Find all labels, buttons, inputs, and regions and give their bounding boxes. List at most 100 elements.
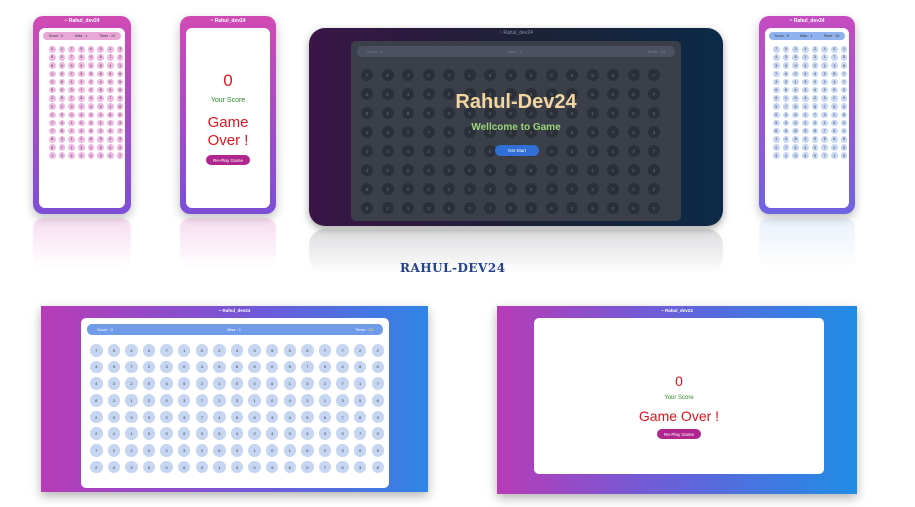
number-bubble[interactable]: 4: [87, 152, 95, 159]
number-bubble[interactable]: 4: [831, 78, 838, 86]
number-bubble[interactable]: 1: [125, 427, 138, 440]
number-bubble[interactable]: 2: [840, 119, 848, 127]
number-bubble[interactable]: 8: [840, 54, 848, 61]
number-bubble[interactable]: 5: [353, 394, 367, 407]
number-bubble[interactable]: 1: [177, 344, 191, 357]
number-bubble[interactable]: 4: [87, 54, 95, 61]
number-bubble[interactable]: 7: [68, 54, 75, 61]
number-bubble[interactable]: 1: [87, 144, 95, 151]
number-bubble[interactable]: 1: [831, 152, 838, 159]
number-bubble[interactable]: 9: [811, 152, 819, 159]
number-bubble[interactable]: 4: [125, 344, 138, 357]
number-bubble[interactable]: 9: [78, 46, 85, 53]
number-bubble[interactable]: 5: [265, 344, 279, 357]
number-bubble[interactable]: 4: [283, 410, 297, 424]
number-bubble[interactable]: 3: [802, 78, 809, 86]
number-bubble[interactable]: 1: [68, 119, 75, 127]
number-bubble[interactable]: 3: [58, 136, 66, 143]
number-bubble[interactable]: 9: [831, 86, 838, 94]
number-bubble[interactable]: 1: [58, 46, 66, 53]
number-bubble[interactable]: 0: [831, 144, 838, 151]
number-bubble[interactable]: 2: [87, 78, 95, 86]
replay-button[interactable]: Re-Play Game: [206, 155, 250, 165]
number-bubble[interactable]: 4: [107, 427, 121, 440]
number-bubble[interactable]: 7: [811, 111, 819, 118]
number-bubble[interactable]: 4: [265, 427, 279, 440]
number-bubble[interactable]: 1: [353, 377, 367, 390]
number-bubble[interactable]: 6: [87, 127, 95, 135]
number-bubble[interactable]: 4: [773, 54, 780, 61]
number-bubble[interactable]: 6: [230, 360, 244, 374]
number-bubble[interactable]: 3: [142, 410, 156, 424]
number-bubble[interactable]: 2: [811, 95, 819, 102]
number-bubble[interactable]: 7: [773, 46, 780, 53]
number-bubble[interactable]: 0: [107, 136, 114, 143]
number-bubble[interactable]: 0: [195, 460, 209, 474]
number-bubble[interactable]: 0: [107, 78, 114, 86]
number-bubble[interactable]: 8: [107, 111, 114, 118]
number-bubble[interactable]: 9: [792, 62, 799, 69]
number-bubble[interactable]: 3: [230, 460, 244, 474]
number-bubble[interactable]: 2: [78, 103, 85, 110]
number-bubble[interactable]: 0: [160, 394, 173, 407]
number-bubble[interactable]: 3: [116, 119, 124, 127]
number-bubble[interactable]: 6: [265, 377, 279, 390]
number-bubble[interactable]: 4: [58, 119, 66, 127]
number-bubble[interactable]: 0: [58, 54, 66, 61]
number-bubble[interactable]: 4: [811, 70, 819, 78]
number-bubble[interactable]: 6: [116, 70, 124, 78]
number-bubble[interactable]: 0: [142, 344, 156, 357]
number-bubble[interactable]: 9: [107, 344, 121, 357]
number-bubble[interactable]: 0: [78, 119, 85, 127]
number-bubble[interactable]: 8: [840, 62, 848, 69]
number-bubble[interactable]: 1: [821, 62, 828, 69]
number-bubble[interactable]: 3: [49, 95, 56, 102]
number-bubble[interactable]: 1: [213, 377, 226, 390]
number-bubble[interactable]: 4: [68, 152, 75, 159]
number-bubble[interactable]: 6: [831, 136, 838, 143]
number-bubble[interactable]: 5: [49, 86, 56, 94]
number-bubble[interactable]: 5: [78, 54, 85, 61]
number-bubble[interactable]: 6: [87, 136, 95, 143]
number-bubble[interactable]: 2: [802, 119, 809, 127]
number-bubble[interactable]: 7: [49, 119, 56, 127]
number-bubble[interactable]: 5: [792, 54, 799, 61]
number-bubble[interactable]: 4: [107, 460, 121, 474]
number-bubble[interactable]: 5: [283, 344, 297, 357]
number-bubble[interactable]: 1: [318, 394, 332, 407]
number-bubble[interactable]: 2: [821, 70, 828, 78]
get-start-button[interactable]: Get Start: [495, 145, 539, 156]
number-bubble[interactable]: 1: [97, 119, 104, 127]
number-bubble[interactable]: 5: [213, 427, 226, 440]
number-bubble[interactable]: 4: [97, 78, 104, 86]
number-bubble[interactable]: 8: [831, 119, 838, 127]
number-bubble[interactable]: 1: [49, 70, 56, 78]
number-bubble[interactable]: 7: [782, 103, 790, 110]
number-bubble[interactable]: 4: [811, 86, 819, 94]
number-bubble[interactable]: 6: [336, 460, 349, 474]
number-bubble[interactable]: 4: [802, 103, 809, 110]
number-bubble[interactable]: 2: [195, 377, 209, 390]
number-bubble[interactable]: 0: [177, 360, 191, 374]
number-bubble[interactable]: 8: [371, 460, 384, 474]
number-bubble[interactable]: 3: [318, 427, 332, 440]
number-bubble[interactable]: 3: [792, 46, 799, 53]
number-bubble[interactable]: 0: [142, 377, 156, 390]
number-bubble[interactable]: 3: [773, 62, 780, 69]
number-bubble[interactable]: 8: [782, 86, 790, 94]
number-bubble[interactable]: 4: [213, 410, 226, 424]
number-bubble[interactable]: 9: [87, 70, 95, 78]
number-bubble[interactable]: 2: [68, 127, 75, 135]
number-bubble[interactable]: 6: [782, 70, 790, 78]
number-bubble[interactable]: 0: [97, 46, 104, 53]
number-bubble[interactable]: 0: [353, 444, 367, 457]
number-bubble[interactable]: 2: [125, 444, 138, 457]
number-bubble[interactable]: 2: [142, 360, 156, 374]
number-bubble[interactable]: 9: [116, 78, 124, 86]
number-bubble[interactable]: 2: [248, 427, 261, 440]
number-bubble[interactable]: 4: [802, 95, 809, 102]
number-bubble[interactable]: 6: [213, 444, 226, 457]
number-bubble[interactable]: 0: [782, 119, 790, 127]
number-bubble[interactable]: 4: [107, 62, 114, 69]
number-bubble[interactable]: 4: [283, 394, 297, 407]
